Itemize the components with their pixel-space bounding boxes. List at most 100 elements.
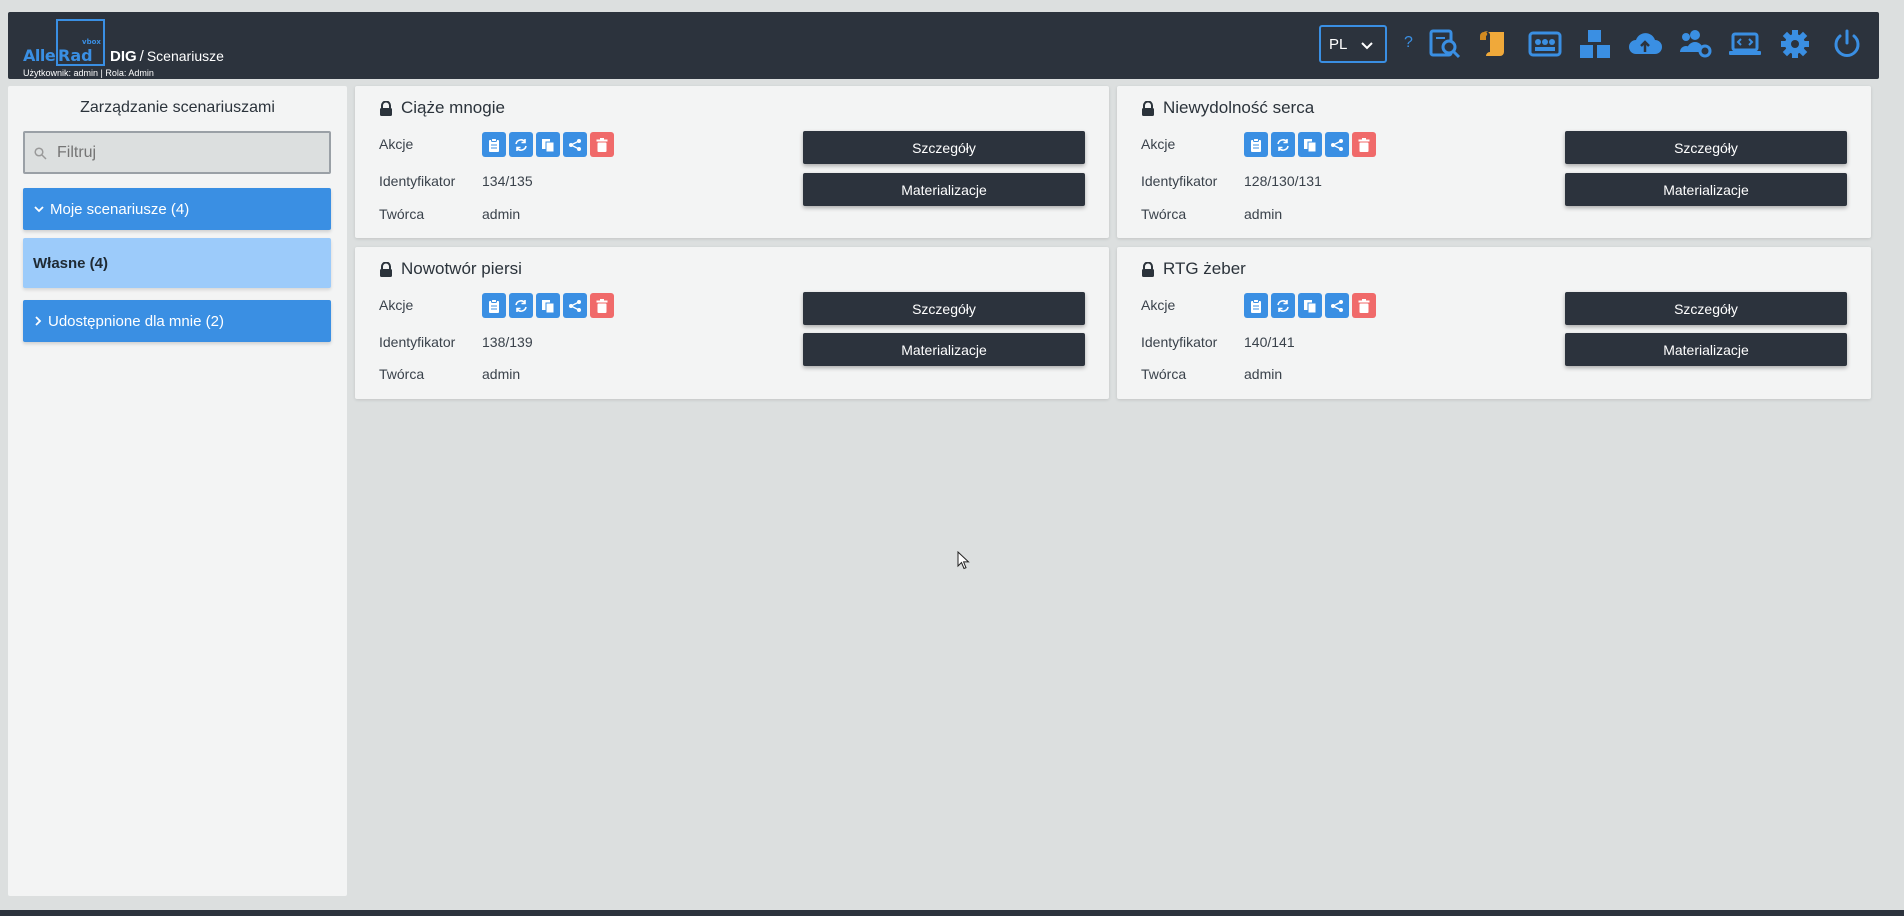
details-button[interactable]: Szczegóły	[803, 131, 1085, 164]
chevron-right-icon	[35, 316, 42, 326]
bottom-strip	[0, 910, 1904, 916]
language-value: PL	[1329, 35, 1348, 53]
identifier-value: 140/141	[1244, 334, 1295, 350]
copy-icon[interactable]	[1298, 132, 1322, 157]
scroll-icon[interactable]	[1478, 28, 1512, 60]
boxes-icon[interactable]	[1578, 28, 1612, 60]
refresh-icon[interactable]	[509, 132, 533, 157]
filter-field[interactable]	[23, 131, 331, 174]
logo-alle-text: Alle	[23, 46, 56, 65]
trash-icon[interactable]	[590, 293, 614, 318]
group-shared-with-me[interactable]: Udostępnione dla mnie (2)	[23, 300, 331, 342]
chevron-down-icon	[1361, 42, 1373, 50]
identifier-label: Identyfikator	[379, 334, 456, 350]
share-icon[interactable]	[563, 132, 587, 157]
clipboard-icon[interactable]	[482, 293, 506, 318]
copy-icon[interactable]	[1298, 293, 1322, 318]
breadcrumb-separator: /	[139, 48, 144, 65]
creator-label: Twórca	[1141, 206, 1187, 222]
identifier-value: 138/139	[482, 334, 533, 350]
identifier-label: Identyfikator	[1141, 173, 1218, 189]
refresh-icon[interactable]	[509, 293, 533, 318]
refresh-icon[interactable]	[1271, 132, 1295, 157]
app-name: DIG	[110, 48, 137, 65]
creator-value: admin	[482, 206, 521, 222]
scenario-title: RTG żeber	[1141, 259, 1246, 279]
materialize-button[interactable]: Materializacje	[1565, 173, 1847, 206]
sidebar: Zarządzanie scenariuszami Moje scenarius…	[8, 86, 347, 896]
share-icon[interactable]	[563, 293, 587, 318]
copy-icon[interactable]	[536, 293, 560, 318]
power-icon[interactable]	[1830, 28, 1864, 60]
chevron-down-icon	[34, 206, 44, 213]
share-icon[interactable]	[1325, 293, 1349, 318]
users-settings-icon[interactable]	[1678, 28, 1712, 60]
clipboard-icon[interactable]	[482, 132, 506, 157]
logo-vbox-text: vbox	[82, 38, 101, 46]
search-icon	[34, 147, 47, 160]
details-button[interactable]: Szczegóły	[1565, 292, 1847, 325]
scenario-name: RTG żeber	[1163, 259, 1246, 278]
refresh-icon[interactable]	[1271, 293, 1295, 318]
creator-value: admin	[1244, 206, 1283, 222]
user-info: Użytkownik: admin | Rola: Admin	[23, 68, 154, 78]
scenario-card: Niewydolność serca Akcje Identyfikator 1…	[1117, 86, 1871, 238]
laptop-code-icon[interactable]	[1728, 28, 1762, 60]
identifier-label: Identyfikator	[1141, 334, 1218, 350]
scenario-name: Nowotwór piersi	[401, 259, 522, 278]
scenario-card: Ciąże mnogie Akcje Identyfikator 134/135…	[355, 86, 1109, 238]
materialize-button[interactable]: Materializacje	[1565, 333, 1847, 366]
identifier-label: Identyfikator	[379, 173, 456, 189]
clipboard-icon[interactable]	[1244, 293, 1268, 318]
group-my-scenarios[interactable]: Moje scenariusze (4)	[23, 188, 331, 230]
lock-icon	[380, 100, 392, 116]
creator-value: admin	[1244, 366, 1283, 382]
group-label: Moje scenariusze (4)	[50, 200, 190, 218]
help-link[interactable]: ?	[1404, 34, 1413, 52]
allerad-logo[interactable]: Alle Rad vbox	[22, 19, 112, 69]
breadcrumb-page: Scenariusze	[146, 48, 224, 64]
copy-icon[interactable]	[536, 132, 560, 157]
materialize-button[interactable]: Materializacje	[803, 173, 1085, 206]
scenario-card: RTG żeber Akcje Identyfikator 140/141 Tw…	[1117, 247, 1871, 399]
details-button[interactable]: Szczegóły	[803, 292, 1085, 325]
search-document-icon[interactable]	[1428, 28, 1462, 60]
actions-label: Akcje	[1141, 297, 1176, 313]
scenario-name: Niewydolność serca	[1163, 98, 1315, 117]
scenario-title: Ciąże mnogie	[379, 98, 505, 118]
logo-rad-text: Rad	[58, 46, 93, 65]
sidebar-item-label: Własne (4)	[33, 254, 109, 272]
creator-label: Twórca	[379, 366, 425, 382]
materialize-button[interactable]: Materializacje	[803, 333, 1085, 366]
lock-icon	[1142, 261, 1154, 277]
trash-icon[interactable]	[590, 132, 614, 157]
page-title: DIG / Scenariusze	[110, 48, 224, 65]
mouse-cursor-icon	[957, 551, 970, 570]
identifier-value: 128/130/131	[1244, 173, 1322, 189]
actions-label: Akcje	[1141, 136, 1176, 152]
action-buttons	[1244, 293, 1376, 318]
group-label: Udostępnione dla mnie (2)	[48, 312, 224, 330]
scenario-card: Nowotwór piersi Akcje Identyfikator 138/…	[355, 247, 1109, 399]
action-buttons	[482, 132, 614, 157]
top-bar: Alle Rad vbox DIG / Scenariusze Użytkownik…	[8, 12, 1879, 79]
creator-label: Twórca	[1141, 366, 1187, 382]
clipboard-icon[interactable]	[1244, 132, 1268, 157]
actions-label: Akcje	[379, 297, 414, 313]
filter-input[interactable]	[57, 141, 317, 165]
language-select[interactable]: PL	[1319, 25, 1387, 63]
scenario-title: Niewydolność serca	[1141, 98, 1314, 118]
scenario-name: Ciąże mnogie	[401, 98, 505, 117]
gear-icon[interactable]	[1778, 28, 1812, 60]
creator-label: Twórca	[379, 206, 425, 222]
sidebar-title: Zarządzanie scenariuszami	[80, 99, 275, 116]
trash-icon[interactable]	[1352, 293, 1376, 318]
scenario-title: Nowotwór piersi	[379, 259, 522, 279]
trash-icon[interactable]	[1352, 132, 1376, 157]
sidebar-item-own[interactable]: Własne (4)	[23, 238, 331, 288]
action-buttons	[482, 293, 614, 318]
details-button[interactable]: Szczegóły	[1565, 131, 1847, 164]
cloud-upload-icon[interactable]	[1628, 28, 1662, 60]
id-cards-icon[interactable]	[1528, 28, 1562, 60]
share-icon[interactable]	[1325, 132, 1349, 157]
